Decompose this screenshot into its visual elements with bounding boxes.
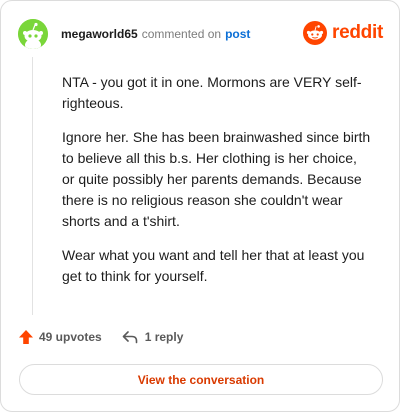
comment-footer: 49 upvotes 1 reply — [18, 329, 183, 345]
comment-card: megaworld65 commented on post reddit NTA… — [0, 0, 400, 412]
avatar[interactable] — [18, 19, 48, 49]
comment-meta: megaworld65 commented on post — [61, 27, 250, 41]
reddit-logo-icon — [303, 21, 328, 45]
reply-arrow-icon — [122, 331, 138, 344]
comment-header: megaworld65 commented on post reddit — [18, 18, 383, 50]
snoo-avatar-icon — [18, 19, 48, 49]
view-conversation-button[interactable]: View the conversation — [19, 364, 383, 395]
comment-paragraph: NTA - you got it in one. Mormons are VER… — [62, 74, 362, 111]
action-text: commented on — [141, 27, 222, 41]
upvote-count: 49 upvotes — [39, 330, 102, 344]
comment-paragraph: Wear what you want and tell her that at … — [62, 247, 365, 284]
brand-name: reddit — [332, 22, 383, 43]
username[interactable]: megaworld65 — [61, 27, 138, 41]
upvote-arrow-icon — [19, 330, 33, 344]
thread-line — [32, 57, 33, 315]
reddit-brand[interactable]: reddit — [303, 21, 383, 45]
upvote-button[interactable]: 49 upvotes — [18, 329, 102, 345]
comment-body: NTA - you got it in one. Mormons are VER… — [62, 72, 372, 300]
reply-count: 1 reply — [144, 330, 184, 344]
comment-paragraph: Ignore her. She has been brainwashed sin… — [62, 129, 371, 229]
post-link[interactable]: post — [225, 27, 250, 41]
reply-button[interactable]: 1 reply — [122, 330, 184, 344]
